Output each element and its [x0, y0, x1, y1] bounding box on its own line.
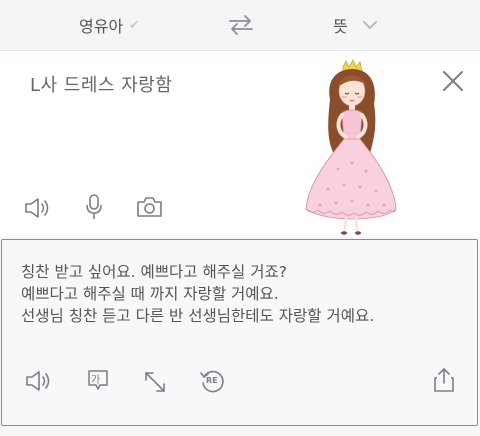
retranslate-icon[interactable]: RE [199, 368, 225, 394]
translation-line: 예쁘다고 해주실 때 까지 자랑할 거예요. [21, 285, 279, 303]
speaker-icon[interactable] [25, 369, 53, 393]
princess-illustration [305, 59, 397, 235]
source-language-label: 영유아 [79, 17, 124, 36]
check-icon: ✔ [129, 18, 140, 32]
microphone-icon[interactable] [84, 193, 104, 221]
language-bar: 영유아 ✔ 뜻 [0, 0, 480, 51]
target-language-selector[interactable]: 뜻 [333, 13, 378, 37]
bottom-margin [0, 427, 480, 436]
speaker-icon[interactable] [24, 196, 52, 220]
korean-input-icon[interactable]: 가 [86, 368, 110, 392]
share-icon[interactable] [432, 367, 456, 393]
input-panel: L사 드레스 자랑함 [0, 51, 480, 237]
close-icon[interactable] [441, 69, 465, 93]
translation-line: 칭찬 받고 싶어요. 예쁘다고 해주실 거죠? [21, 263, 287, 281]
source-language-selector[interactable]: 영유아 ✔ [79, 13, 139, 37]
camera-icon[interactable] [136, 196, 163, 218]
translation-text: 칭찬 받고 싶어요. 예쁘다고 해주실 거죠? 예쁘다고 해주실 때 까지 자랑… [21, 261, 374, 327]
korean-badge: 가 [91, 375, 101, 386]
translation-line: 선생님 칭찬 듣고 다른 반 선생님한테도 자랑할 거예요. [21, 307, 375, 325]
source-text-input[interactable]: L사 드레스 자랑함 [30, 71, 172, 97]
swap-arrows-icon[interactable] [228, 14, 254, 36]
translation-output-panel: 칭찬 받고 싶어요. 예쁘다고 해주실 거죠? 예쁘다고 해주실 때 까지 자랑… [1, 239, 478, 426]
chevron-down-icon [362, 21, 377, 29]
target-language-label: 뜻 [333, 17, 348, 36]
retranslate-badge: RE [206, 376, 218, 385]
expand-icon[interactable] [142, 369, 168, 395]
